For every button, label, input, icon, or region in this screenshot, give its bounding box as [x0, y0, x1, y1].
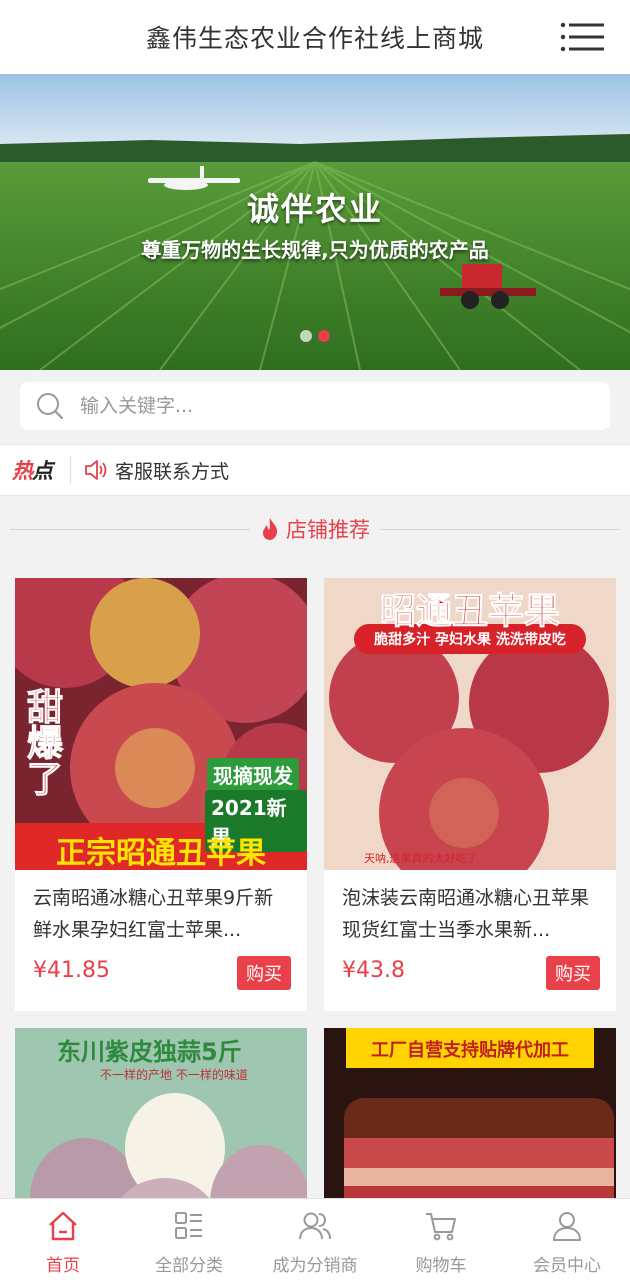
product-card[interactable]: 昭通丑苹果 脆甜多汁 孕妇水果 洗洗带皮吃 天呐,这果真的太好吃了 泡沫装云南昭… [324, 578, 616, 1011]
image-sub-text: 不一样的产地 不一样的味道 [100, 1068, 248, 1082]
image-footer: 天呐,这果真的太好吃了 [364, 852, 478, 865]
buy-button[interactable]: 购买 [546, 956, 600, 990]
hot-notice-bar: 热点 客服联系方式 [0, 444, 630, 496]
home-icon [49, 1211, 77, 1241]
buy-button[interactable]: 购买 [237, 956, 291, 990]
search-icon [20, 382, 80, 430]
section-header: 店铺推荐 [0, 496, 630, 562]
banner-headline: 诚伴农业 [246, 190, 383, 228]
hot-badge-part2: 点 [32, 459, 53, 483]
tab-label: 成为分销商 [272, 1256, 358, 1276]
hero-banner[interactable]: 诚伴农业 尊重万物的生长规律,只为优质的农产品 [0, 74, 630, 370]
tab-categories[interactable]: 全部分类 [126, 1199, 252, 1280]
product-grid: 甜爆了 现摘现发 2021新果 正宗昭通丑苹果 云南昭通冰糖心丑苹果9斤新鲜水果… [15, 578, 617, 1280]
image-side-text: 甜爆了 [21, 688, 63, 797]
hot-badge: 热点 [12, 455, 53, 485]
hot-badge-part1: 热 [12, 459, 33, 483]
carousel-dot-1[interactable] [300, 330, 312, 342]
image-tag-1: 现摘现发 [207, 758, 299, 791]
flame-icon [263, 518, 278, 540]
cart-icon [426, 1213, 456, 1241]
tab-label: 会员中心 [533, 1256, 601, 1276]
image-headline: 昭通丑苹果 [379, 591, 560, 633]
product-title[interactable]: 泡沫装云南昭通冰糖心丑苹果现货红富士当季水果新... [342, 882, 600, 946]
tab-label: 全部分类 [155, 1256, 223, 1276]
customer-service-link[interactable]: 客服联系方式 [115, 457, 229, 484]
top-header: 鑫伟生态农业合作社线上商城 [0, 0, 630, 74]
grid-list-icon [175, 1212, 202, 1239]
bottom-tab-bar: 首页 全部分类 成为分销商 购物车 会员中心 [0, 1198, 630, 1280]
tab-distributor[interactable]: 成为分销商 [252, 1199, 378, 1280]
product-price: ¥43.8 [342, 958, 405, 983]
menu-button[interactable] [560, 22, 604, 52]
product-price: ¥41.85 [33, 958, 110, 983]
image-ribbon: 脆甜多汁 孕妇水果 洗洗带皮吃 [374, 632, 566, 648]
product-card[interactable]: 甜爆了 现摘现发 2021新果 正宗昭通丑苹果 云南昭通冰糖心丑苹果9斤新鲜水果… [15, 578, 307, 1011]
carousel-dots [300, 330, 330, 342]
search-input[interactable] [80, 382, 610, 430]
image-headline: 工厂自营支持贴牌代加工 [371, 1040, 569, 1061]
tab-label: 首页 [46, 1256, 80, 1276]
section-title-text: 店铺推荐 [286, 518, 370, 542]
tab-cart[interactable]: 购物车 [378, 1199, 504, 1280]
product-title[interactable]: 云南昭通冰糖心丑苹果9斤新鲜水果孕妇红富士苹果... [33, 882, 291, 946]
image-banner-text: 正宗昭通丑苹果 [56, 836, 266, 870]
search-section [0, 370, 630, 444]
page-title: 鑫伟生态农业合作社线上商城 [145, 24, 484, 53]
divider [70, 456, 71, 484]
product-image[interactable]: 甜爆了 现摘现发 2021新果 正宗昭通丑苹果 [15, 578, 307, 870]
search-bar[interactable] [20, 382, 610, 430]
tab-member[interactable]: 会员中心 [504, 1199, 630, 1280]
section-title: 店铺推荐 [260, 514, 370, 544]
users-icon [299, 1212, 331, 1240]
banner-subline: 尊重万物的生长规律,只为优质的农产品 [141, 238, 489, 262]
app-page: 鑫伟生态农业合作社线上商城 诚伴农业 尊重万物的生长规律,只为优质的农产品 输入… [0, 0, 630, 1280]
speaker-icon [85, 460, 107, 480]
carousel-dot-2[interactable] [318, 330, 330, 342]
user-icon [553, 1212, 581, 1241]
menu-icon [560, 22, 604, 52]
divider [380, 528, 620, 530]
image-headline: 东川紫皮独蒜5斤 [57, 1038, 242, 1066]
divider [10, 528, 250, 530]
product-image[interactable]: 昭通丑苹果 脆甜多汁 孕妇水果 洗洗带皮吃 天呐,这果真的太好吃了 [324, 578, 616, 870]
product-info: 云南昭通冰糖心丑苹果9斤新鲜水果孕妇红富士苹果... ¥41.85 购买 [15, 870, 307, 1011]
tab-label: 购物车 [415, 1256, 467, 1276]
product-info: 泡沫装云南昭通冰糖心丑苹果现货红富士当季水果新... ¥43.8 购买 [324, 870, 616, 1011]
tab-home[interactable]: 首页 [0, 1199, 126, 1280]
